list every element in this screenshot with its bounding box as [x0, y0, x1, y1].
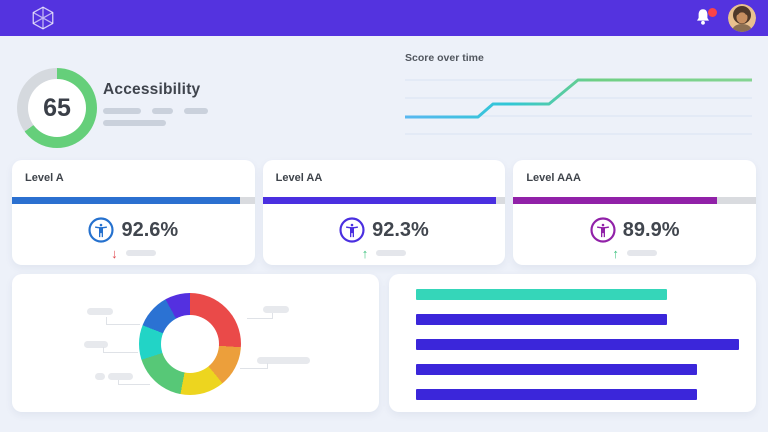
level-card-title: Level AA	[275, 172, 323, 184]
donut-label-placeholder	[108, 373, 133, 380]
donut-label-placeholder	[87, 308, 113, 315]
overview-text-block: Accessibility	[103, 81, 208, 126]
user-avatar[interactable]	[728, 4, 756, 32]
level-score-value: 92.3%	[372, 218, 429, 241]
notifications-button[interactable]	[695, 8, 717, 28]
accessibility-person-icon	[339, 217, 365, 243]
placeholder-pill	[184, 108, 208, 114]
donut-leader-line	[247, 313, 273, 319]
level-score-value: 92.6%	[121, 218, 179, 241]
user-avatar-photo	[728, 4, 756, 32]
level-cards-row: Level A 92.6% ↓ Level AA 92.3% ↑ Level A…	[12, 160, 756, 265]
donut-leader-line	[103, 347, 138, 353]
level-score-value: 89.9%	[622, 218, 680, 241]
bar-chart-bar	[416, 289, 667, 300]
topbar-actions	[695, 4, 756, 32]
donut-label-placeholder	[263, 306, 289, 313]
placeholder-text-row	[103, 108, 208, 114]
top-navigation-bar	[0, 0, 768, 36]
level-progress-track	[513, 197, 756, 204]
app-logo-icon[interactable]	[30, 5, 56, 31]
bar-chart-bar	[416, 339, 740, 350]
category-donut-chart-card	[12, 274, 379, 412]
donut-label-placeholder	[95, 373, 105, 380]
donut-leader-line	[118, 380, 150, 385]
accessibility-dashboard: 65 Accessibility Score over time Level A	[0, 0, 768, 432]
bar-chart-bar	[416, 389, 697, 400]
trend-arrow-icon: ↑	[361, 245, 369, 261]
score-over-time-line-chart	[405, 78, 752, 135]
donut-leader-line	[106, 317, 140, 325]
score-chart-title: Score over time	[405, 52, 484, 64]
trend-arrow-icon: ↑	[612, 245, 619, 261]
donut-leader-line	[240, 363, 268, 369]
hexagon-wireframe-logo	[32, 6, 54, 30]
placeholder-pill	[152, 108, 173, 114]
accessibility-person-icon	[590, 217, 616, 243]
level-aa-card[interactable]: Level AA 92.3% ↑	[262, 160, 506, 265]
gauge-score-value: 65	[28, 79, 86, 137]
donut-chart-hole	[161, 315, 219, 373]
accessibility-person-icon	[88, 217, 115, 243]
level-card-title: Level AAA	[526, 172, 581, 184]
level-progress-fill	[262, 197, 496, 204]
placeholder-pill	[125, 250, 156, 256]
level-progress-fill	[513, 197, 718, 204]
donut-chart	[139, 293, 241, 395]
level-progress-fill	[12, 197, 241, 204]
placeholder-text-row	[103, 120, 208, 126]
level-progress-track	[12, 197, 255, 204]
issues-bar-chart-card	[389, 274, 756, 412]
level-a-card[interactable]: Level A 92.6% ↓	[12, 160, 255, 265]
placeholder-pill	[626, 250, 657, 256]
bar-chart-bar	[416, 314, 667, 325]
accessibility-score-gauge: 65	[17, 68, 97, 148]
placeholder-pill	[376, 250, 407, 256]
level-progress-track	[262, 197, 506, 204]
trend-arrow-icon: ↓	[111, 245, 118, 261]
placeholder-pill	[103, 108, 141, 114]
notification-badge	[708, 8, 717, 17]
page-title: Accessibility	[103, 81, 201, 98]
bar-chart-bar	[416, 364, 697, 375]
level-aaa-card[interactable]: Level AAA 89.9% ↑	[513, 160, 756, 265]
level-card-title: Level A	[25, 172, 64, 184]
placeholder-pill	[103, 120, 166, 126]
horizontal-bar-chart	[416, 289, 746, 414]
